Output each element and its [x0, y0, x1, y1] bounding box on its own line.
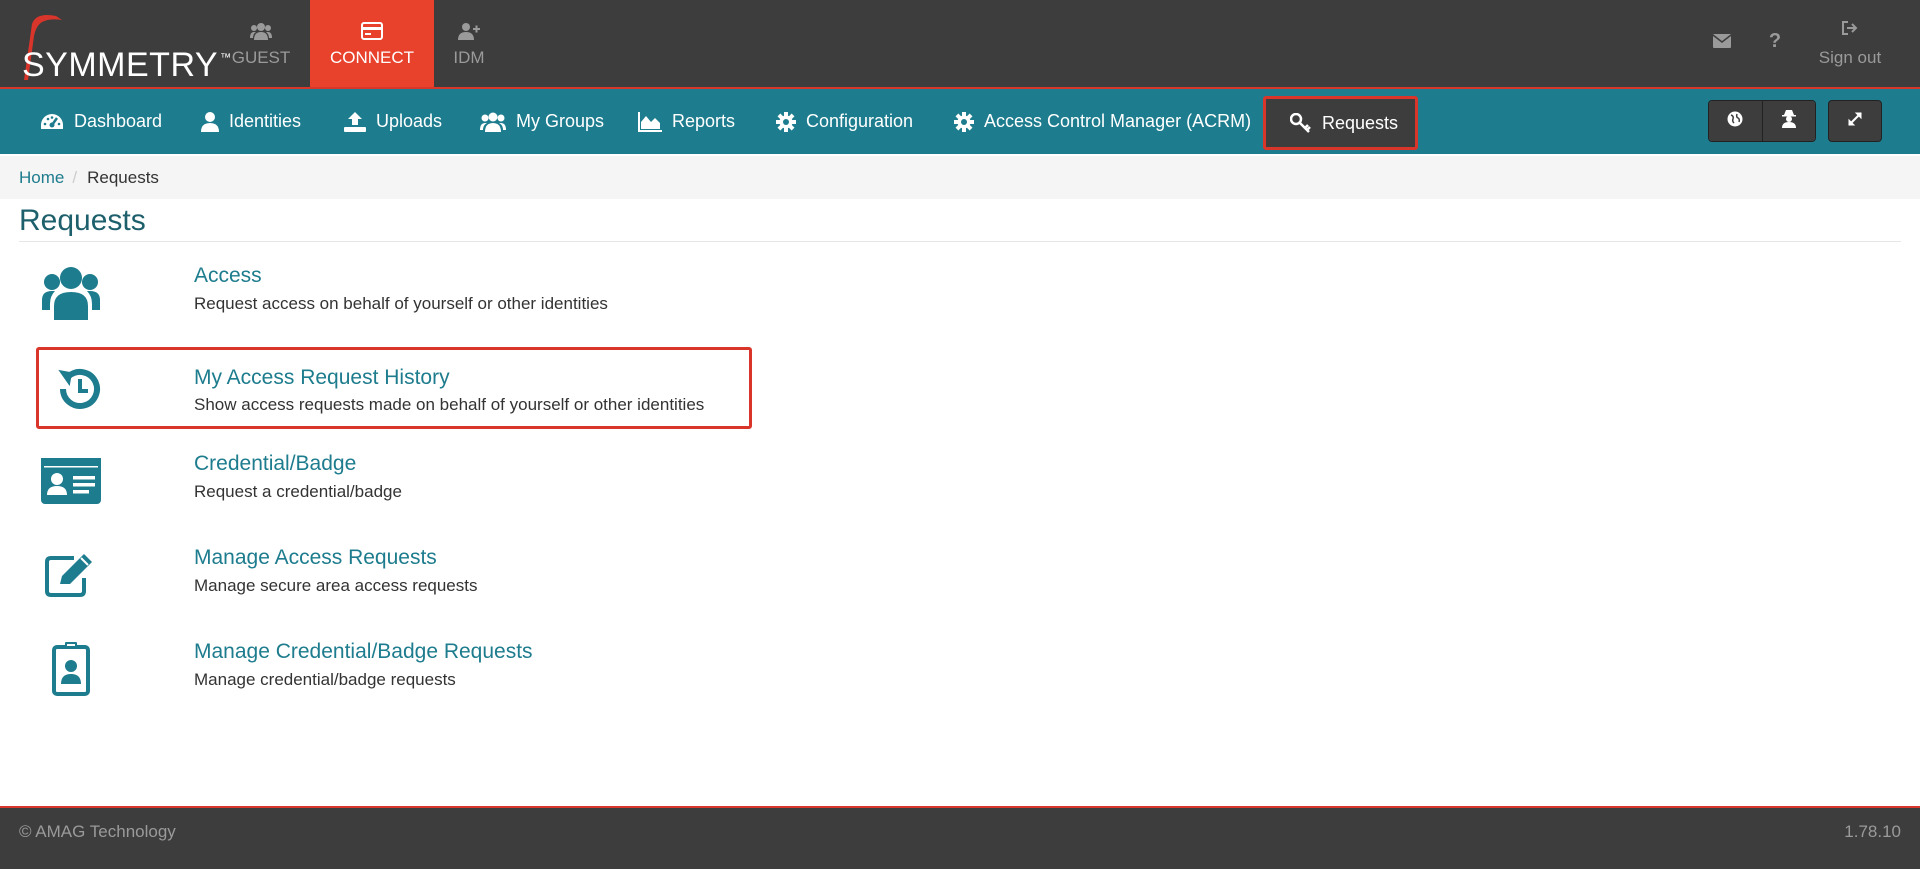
version-text: 1.78.10	[1844, 822, 1901, 841]
user-secret-icon	[1781, 109, 1797, 133]
nav-my-groups[interactable]: My Groups	[480, 89, 604, 154]
manage-credential-requests-item[interactable]: Manage Credential/Badge Requests Manage …	[36, 634, 752, 718]
main-nav: Dashboard Identities Uploads My Groups R…	[0, 89, 1920, 154]
topnav-idm[interactable]: IDM	[446, 0, 492, 87]
nav-my-groups-label: My Groups	[516, 111, 605, 131]
request-history-title[interactable]: My Access Request History	[194, 366, 450, 390]
globe-icon	[1727, 111, 1743, 132]
id-card-icon	[36, 446, 106, 516]
title-divider	[19, 241, 1901, 242]
nav-requests-label: Requests	[1322, 112, 1399, 133]
nav-requests[interactable]: Requests	[1263, 96, 1418, 150]
request-access-description: Request access on behalf of yourself or …	[194, 294, 608, 313]
breadcrumb-current: Requests	[87, 167, 159, 187]
breadcrumb-home-link[interactable]: Home	[19, 168, 64, 188]
history-icon	[43, 354, 113, 424]
area-chart-icon	[638, 111, 662, 132]
mail-icon[interactable]	[1707, 26, 1737, 56]
nav-uploads-label: Uploads	[376, 111, 443, 131]
manage-access-requests-item[interactable]: Manage Access Requests Manage secure are…	[36, 540, 752, 624]
nav-tool-buttons	[1708, 100, 1816, 142]
edit-icon	[36, 540, 106, 610]
symmetry-logo[interactable]: SYMMETRY ™	[6, 6, 231, 84]
nav-reports[interactable]: Reports	[638, 89, 735, 154]
nav-acrm[interactable]: Access Control Manager (ACRM)	[954, 89, 1251, 154]
brand-name: SYMMETRY ™	[22, 46, 232, 84]
globe-button[interactable]	[1709, 101, 1762, 141]
request-history-item[interactable]: My Access Request History Show access re…	[36, 347, 752, 429]
request-credential-description: Request a credential/badge	[194, 482, 402, 501]
nav-dashboard[interactable]: Dashboard	[40, 89, 162, 154]
key-icon	[1290, 113, 1312, 133]
help-icon[interactable]: ?	[1760, 26, 1790, 56]
user-icon	[201, 111, 219, 132]
dashboard-icon	[40, 112, 64, 132]
users-icon	[36, 258, 106, 328]
card-icon	[361, 20, 383, 42]
fullscreen-button[interactable]	[1828, 100, 1882, 142]
topnav-connect[interactable]: CONNECT	[310, 0, 434, 87]
badge-icon	[36, 634, 106, 704]
footer: © AMAG Technology 1.78.10	[0, 806, 1920, 869]
add-user-icon	[458, 20, 480, 42]
request-history-description: Show access requests made on behalf of y…	[194, 395, 705, 414]
nav-acrm-label: Access Control Manager (ACRM)	[984, 111, 1252, 131]
manage-access-requests-description: Manage secure area access requests	[194, 576, 478, 595]
sign-out-button[interactable]: Sign out	[1812, 0, 1888, 87]
sign-out-icon	[1842, 20, 1858, 40]
topnav-connect-label: CONNECT	[329, 47, 415, 67]
users-icon	[480, 112, 506, 132]
request-access-title[interactable]: Access	[194, 264, 262, 288]
request-credential-item[interactable]: Credential/Badge Request a credential/ba…	[36, 446, 752, 530]
manage-credential-requests-description: Manage credential/badge requests	[194, 670, 456, 689]
manage-access-requests-title[interactable]: Manage Access Requests	[194, 546, 437, 570]
sign-out-label: Sign out	[1818, 47, 1882, 67]
gear-icon	[776, 111, 796, 132]
breadcrumb-separator: /	[72, 167, 78, 187]
expand-icon	[1847, 111, 1863, 132]
nav-dashboard-label: Dashboard	[74, 111, 163, 131]
page-title: Requests	[19, 204, 146, 237]
manage-credential-requests-title[interactable]: Manage Credential/Badge Requests	[194, 640, 533, 664]
breadcrumb: Home / Requests	[0, 156, 1920, 199]
nav-identities[interactable]: Identities	[201, 89, 301, 154]
users-icon	[250, 20, 272, 42]
request-access-item[interactable]: Access Request access on behalf of yours…	[36, 258, 752, 342]
upload-icon	[344, 111, 366, 132]
request-credential-title[interactable]: Credential/Badge	[194, 452, 356, 476]
nav-uploads[interactable]: Uploads	[344, 89, 442, 154]
nav-reports-label: Reports	[672, 111, 736, 131]
copyright-text: © AMAG Technology	[19, 822, 176, 841]
nav-configuration-label: Configuration	[806, 111, 914, 131]
nav-configuration[interactable]: Configuration	[776, 89, 913, 154]
gear-icon	[954, 111, 974, 132]
nav-identities-label: Identities	[229, 111, 302, 131]
top-bar: SYMMETRY ™ GUEST CONNECT IDM ? Sign out	[0, 0, 1920, 89]
topnav-guest[interactable]: GUEST	[225, 0, 297, 87]
user-secret-button[interactable]	[1761, 101, 1815, 141]
topnav-idm-label: IDM	[453, 47, 485, 67]
topnav-guest-label: GUEST	[231, 47, 291, 67]
